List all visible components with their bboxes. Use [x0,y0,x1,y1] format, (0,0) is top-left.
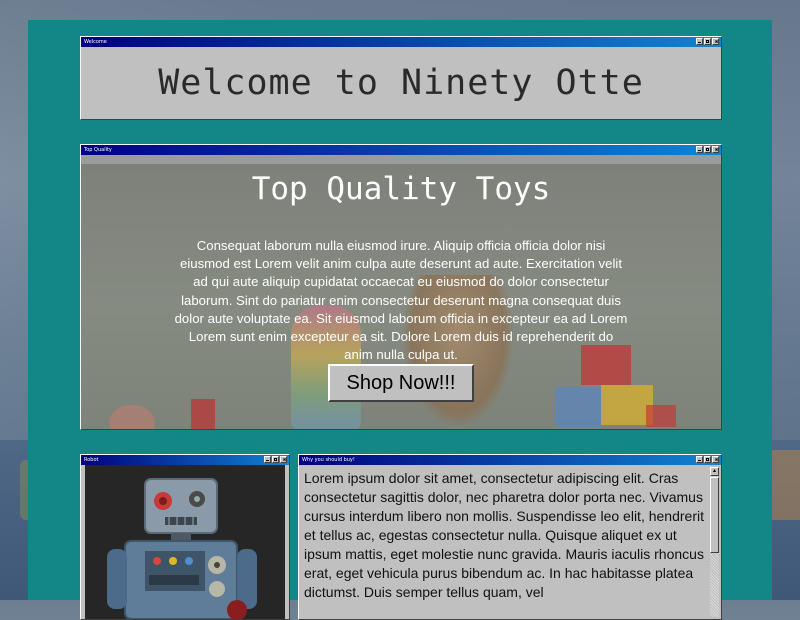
page-container: Welcome Welcome to Ninety Otte Top Quali… [28,20,772,620]
why-buy-window-title: Why you should buy! [302,457,355,463]
robot-image-frame [85,465,285,619]
close-button[interactable] [712,146,719,153]
hero-paragraph: Consequat laborum nulla eiusmod irure. A… [174,238,628,363]
minimize-button[interactable] [264,456,271,463]
welcome-heading: Welcome to Ninety Otte [158,63,644,103]
scrollbar-thumb[interactable] [710,477,719,553]
why-buy-body[interactable]: Lorem ipsum dolor sit amet, consectetur … [299,465,721,619]
background-blob [770,450,800,520]
maximize-button[interactable] [272,456,279,463]
window-controls [696,38,719,45]
why-buy-titlebar[interactable]: Why you should buy! [299,455,721,465]
window-controls [696,456,719,463]
robot-titlebar[interactable]: Robot [81,455,289,465]
toy-red-block [191,399,215,429]
shop-now-button[interactable]: Shop Now!!! [328,364,474,402]
close-button[interactable] [712,456,719,463]
why-buy-window: Why you should buy! Lorem ipsum dolor si… [298,454,722,620]
toy-blue-block [555,387,603,427]
toy-ball [109,405,155,429]
minimize-button[interactable] [696,146,703,153]
maximize-button[interactable] [704,38,711,45]
window-controls [264,456,287,463]
toy-red-block [646,405,676,427]
welcome-body: Welcome to Ninety Otte [81,47,721,119]
minimize-button[interactable] [696,38,703,45]
robot-window-title: Robot [84,457,99,463]
window-controls [696,146,719,153]
close-button[interactable] [712,38,719,45]
toys-hero-image: Top Quality Toys Consequat laborum nulla… [81,155,721,429]
scroll-up-arrow-icon[interactable]: ▴ [710,467,719,476]
close-button[interactable] [280,456,287,463]
welcome-window: Welcome Welcome to Ninety Otte [80,36,722,120]
top-quality-window-title: Top Quality [84,147,112,153]
maximize-button[interactable] [704,146,711,153]
welcome-window-title: Welcome [84,39,107,45]
why-buy-paragraph: Lorem ipsum dolor sit amet, consectetur … [304,470,704,600]
welcome-titlebar[interactable]: Welcome [81,37,721,47]
hero-top-stripe [81,155,721,164]
robot-window: Robot [80,454,290,620]
robot-toy-image [85,465,285,619]
maximize-button[interactable] [704,456,711,463]
top-quality-titlebar[interactable]: Top Quality [81,145,721,155]
hero-heading: Top Quality Toys [251,171,551,207]
vertical-scrollbar[interactable]: ▴ [710,467,719,617]
top-quality-window: Top Quality Top Quality Toys Consequat l… [80,144,722,430]
minimize-button[interactable] [696,456,703,463]
